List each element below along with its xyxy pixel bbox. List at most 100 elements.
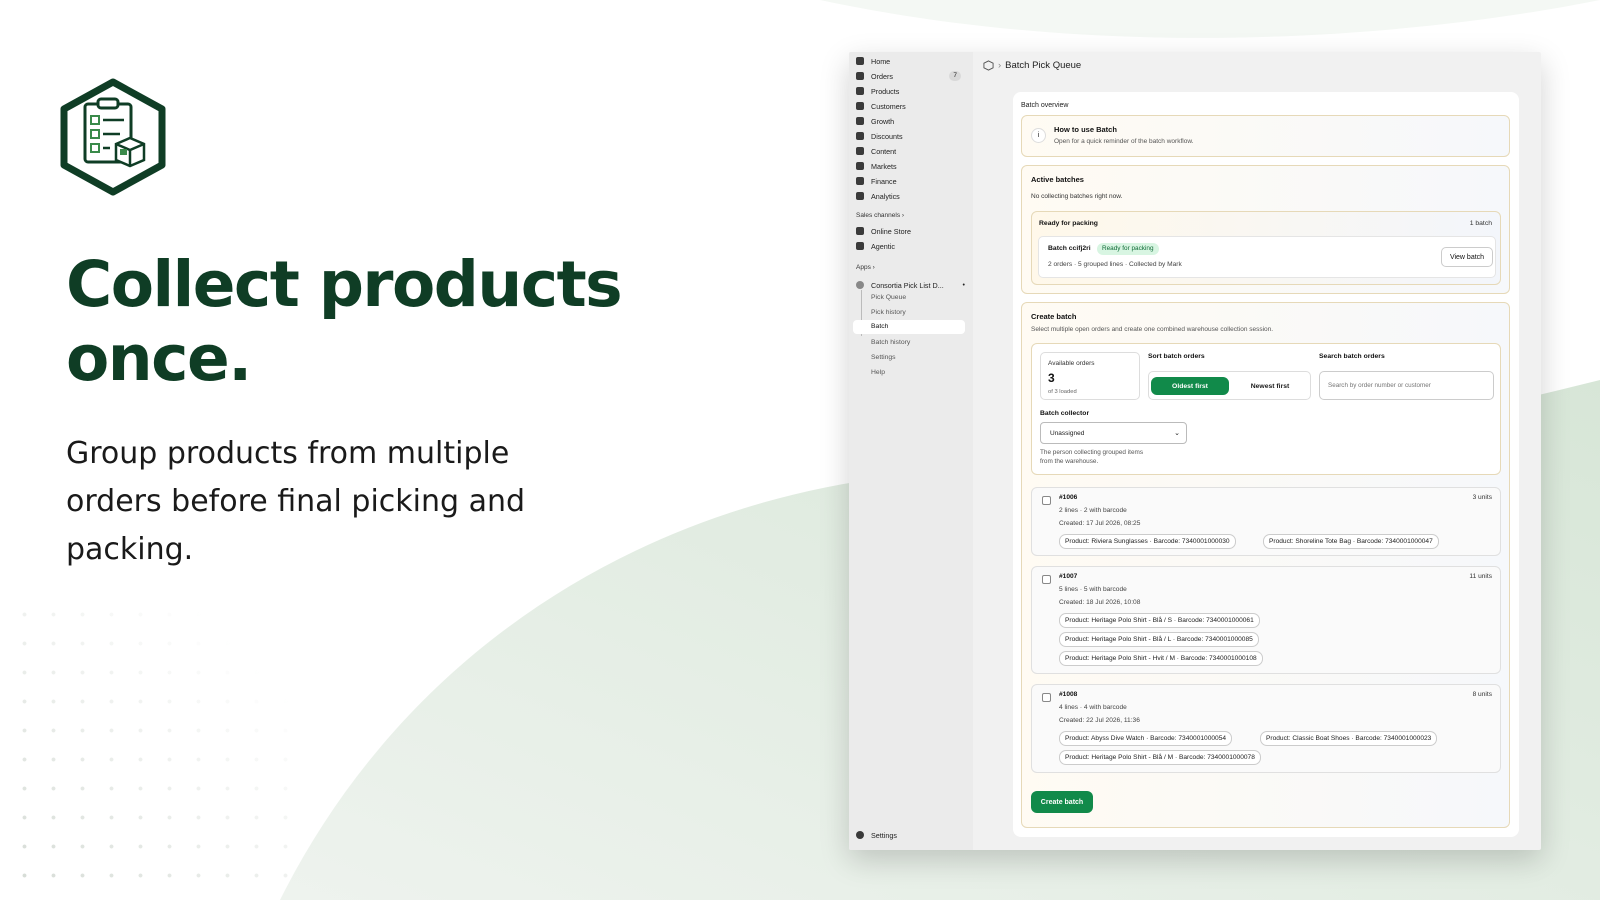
available-orders-stat: Available orders 3 of 3 loaded: [1040, 352, 1140, 400]
order-checkbox[interactable]: [1042, 575, 1051, 584]
collector-help-2: from the warehouse.: [1040, 458, 1099, 465]
info-text: Open for a quick reminder of the batch w…: [1054, 138, 1194, 145]
search-label: Search batch orders: [1319, 353, 1385, 360]
create-batch-title: Create batch: [1031, 312, 1077, 321]
info-icon: i: [1031, 128, 1046, 143]
sidebar-item-settings[interactable]: Settings: [849, 828, 973, 842]
hero-subtitle: Group products from multiple orders befo…: [66, 436, 526, 567]
sidebar-item-orders[interactable]: Orders 7: [849, 69, 973, 83]
order-lines: 5 lines · 5 with barcode: [1059, 586, 1127, 593]
sidebar-sub-batch-history[interactable]: Batch history: [871, 339, 910, 346]
product-pill: Product: Heritage Polo Shirt - Blå / L ·…: [1059, 632, 1259, 647]
order-checkbox[interactable]: [1042, 496, 1051, 505]
available-label: Available orders: [1048, 360, 1095, 367]
hero-title: Collect products once.: [66, 248, 623, 395]
sort-oldest-button[interactable]: Oldest first: [1151, 377, 1229, 395]
info-banner[interactable]: i How to use Batch Open for a quick remi…: [1021, 115, 1510, 157]
batch-row: Batch ccifj2ri Ready for packing 2 order…: [1038, 236, 1496, 278]
globe-icon: [856, 162, 864, 170]
order-created: Created: 22 Jul 2026, 11:36: [1059, 717, 1140, 724]
ready-group: Ready for packing 1 batch Batch ccifj2ri…: [1031, 211, 1501, 285]
sidebar-item-finance[interactable]: Finance: [849, 174, 973, 188]
sidebar-sub-pick-history[interactable]: Pick history: [871, 309, 906, 316]
active-empty-text: No collecting batches right now.: [1031, 193, 1123, 200]
sidebar-sub-batch[interactable]: Batch: [853, 320, 965, 334]
apps-heading[interactable]: Apps ›: [856, 264, 875, 271]
available-count: 3: [1048, 371, 1055, 385]
gear-icon: [856, 831, 864, 839]
agentic-icon: [856, 242, 864, 250]
order-number: #1008: [1059, 691, 1078, 698]
order-checkbox[interactable]: [1042, 693, 1051, 702]
sales-channels-heading[interactable]: Sales channels ›: [856, 212, 904, 219]
batch-meta: 2 orders · 5 grouped lines · Collected b…: [1048, 261, 1182, 268]
order-created: Created: 18 Jul 2026, 10:08: [1059, 599, 1141, 606]
collector-help-1: The person collecting grouped items: [1040, 449, 1144, 456]
main-content: Batch overview i How to use Batch Open f…: [1013, 92, 1519, 837]
collector-select[interactable]: Unassigned ⌄: [1040, 422, 1187, 444]
sidebar: Home Orders 7 Products Customers Growth D…: [849, 52, 973, 850]
info-title: How to use Batch: [1054, 125, 1117, 134]
sidebar-item-content[interactable]: Content: [849, 144, 973, 158]
order-card[interactable]: #1007 11 units 5 lines · 5 with barcode …: [1031, 566, 1501, 674]
sidebar-item-discounts[interactable]: Discounts: [849, 129, 973, 143]
sort-newest-button[interactable]: Newest first: [1231, 377, 1309, 395]
product-pill: Product: Heritage Polo Shirt - Blå / S ·…: [1059, 613, 1260, 628]
sidebar-sub-pick-queue[interactable]: Pick Queue: [871, 294, 906, 301]
section-label: Batch overview: [1021, 102, 1069, 109]
view-batch-button[interactable]: View batch: [1441, 247, 1493, 267]
app-logo-icon: [60, 78, 166, 196]
store-icon: [856, 227, 864, 235]
dot-pattern: [10, 600, 310, 900]
topbar: › Batch Pick Queue: [973, 52, 1541, 78]
sidebar-item-products[interactable]: Products: [849, 84, 973, 98]
page-title: Batch Pick Queue: [1005, 59, 1082, 71]
create-batch-desc: Select multiple open orders and create o…: [1031, 326, 1274, 333]
sidebar-item-analytics[interactable]: Analytics: [849, 189, 973, 203]
order-created: Created: 17 Jul 2026, 08:25: [1059, 520, 1141, 527]
sidebar-sub-help[interactable]: Help: [871, 369, 885, 376]
person-icon: [856, 102, 864, 110]
app-window: Home Orders 7 Products Customers Growth D…: [849, 52, 1541, 850]
pin-icon: •: [962, 281, 965, 289]
batch-name: Batch ccifj2ri: [1048, 245, 1091, 252]
sidebar-item-online-store[interactable]: Online Store: [849, 224, 973, 238]
sidebar-item-customers[interactable]: Customers: [849, 99, 973, 113]
order-units: 3 units: [1472, 494, 1492, 501]
create-batch-card: Create batch Select multiple open orders…: [1021, 302, 1510, 828]
sort-label: Sort batch orders: [1148, 353, 1205, 360]
search-input[interactable]: [1319, 371, 1494, 400]
content-icon: [856, 147, 864, 155]
create-controls: Available orders 3 of 3 loaded Sort batc…: [1031, 343, 1501, 475]
ready-group-count: 1 batch: [1469, 220, 1492, 227]
tag-icon: [856, 87, 864, 95]
active-batches-card: Active batches No collecting batches rig…: [1021, 165, 1510, 294]
discount-icon: [856, 132, 864, 140]
sort-toggle: Oldest first Newest first: [1148, 371, 1311, 400]
orders-badge: 7: [949, 71, 961, 81]
sidebar-item-agentic[interactable]: Agentic: [849, 239, 973, 253]
create-batch-button[interactable]: Create batch: [1031, 791, 1093, 813]
product-pill: Product: Heritage Polo Shirt - Blå / M ·…: [1059, 750, 1261, 765]
orders-icon: [856, 72, 864, 80]
sidebar-sub-settings[interactable]: Settings: [871, 354, 896, 361]
breadcrumb-chevron-icon: ›: [998, 59, 1002, 71]
app-icon: [856, 281, 864, 289]
product-pill: Product: Classic Boat Shoes · Barcode: 7…: [1260, 731, 1438, 746]
home-icon: [856, 57, 864, 65]
sidebar-item-markets[interactable]: Markets: [849, 159, 973, 173]
sidebar-item-home[interactable]: Home: [849, 54, 973, 68]
order-lines: 4 lines · 4 with barcode: [1059, 704, 1127, 711]
order-card[interactable]: #1008 8 units 4 lines · 4 with barcode C…: [1031, 684, 1501, 773]
product-pill: Product: Shoreline Tote Bag · Barcode: 7…: [1263, 534, 1439, 549]
sidebar-item-growth[interactable]: Growth: [849, 114, 973, 128]
order-card[interactable]: #1006 3 units 2 lines · 2 with barcode C…: [1031, 487, 1501, 556]
ready-group-title: Ready for packing: [1039, 220, 1098, 227]
order-number: #1006: [1059, 494, 1078, 501]
status-badge: Ready for packing: [1097, 243, 1159, 255]
sidebar-app-consortia[interactable]: Consortia Pick List D... •: [849, 278, 973, 292]
active-batches-title: Active batches: [1031, 175, 1084, 184]
collector-label: Batch collector: [1040, 410, 1090, 417]
available-sub: of 3 loaded: [1048, 389, 1077, 395]
growth-icon: [856, 117, 864, 125]
